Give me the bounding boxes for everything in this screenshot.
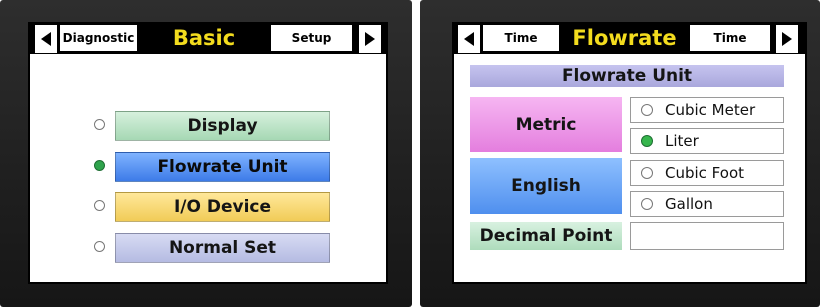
nav-time-left-button[interactable]: Time xyxy=(483,25,559,51)
triangle-left-icon xyxy=(464,32,474,46)
english-label: English xyxy=(511,176,581,196)
nav-setup-button[interactable]: Setup xyxy=(271,25,352,51)
menu-io-device-button[interactable]: I/O Device xyxy=(115,192,330,222)
page-title: Basic xyxy=(172,26,236,50)
option-liter[interactable]: Liter xyxy=(630,128,784,154)
decimal-point-value-field[interactable] xyxy=(630,222,784,250)
nav-time-right-label: Time xyxy=(713,31,747,45)
menu-flowrate-unit-label: Flowrate Unit xyxy=(157,157,288,177)
metric-button[interactable]: Metric xyxy=(470,97,622,152)
radio-flowrate-unit[interactable] xyxy=(94,160,105,171)
basic-content: Display Flowrate Unit I/O Device Normal … xyxy=(30,54,386,282)
decimal-point-label: Decimal Point xyxy=(479,226,613,246)
flowrate-screen: Time Flowrate Time Flowrate Unit Metric … xyxy=(452,22,807,284)
basic-top-bar: Diagnostic Basic Setup xyxy=(28,22,388,54)
option-cubic-foot[interactable]: Cubic Foot xyxy=(630,160,784,186)
nav-diagnostic-button[interactable]: Diagnostic xyxy=(60,25,137,51)
radio-cubic-meter xyxy=(641,104,653,116)
metric-label: Metric xyxy=(515,114,577,135)
decimal-point-button[interactable]: Decimal Point xyxy=(470,222,622,250)
option-gallon[interactable]: Gallon xyxy=(630,191,784,217)
radio-liter xyxy=(641,135,653,147)
menu-normal-set-button[interactable]: Normal Set xyxy=(115,233,330,263)
option-liter-label: Liter xyxy=(665,132,699,150)
flowrate-prev-arrow-button[interactable] xyxy=(457,24,481,54)
radio-normal-set[interactable] xyxy=(94,241,105,252)
menu-flowrate-unit-button[interactable]: Flowrate Unit xyxy=(115,152,330,182)
triangle-right-icon xyxy=(782,32,792,46)
menu-display-button[interactable]: Display xyxy=(115,111,330,141)
basic-next-arrow-button[interactable] xyxy=(358,24,382,54)
english-button[interactable]: English xyxy=(470,158,622,214)
option-cubic-meter-label: Cubic Meter xyxy=(665,101,756,119)
basic-prev-arrow-button[interactable] xyxy=(34,24,58,54)
menu-io-device-label: I/O Device xyxy=(173,197,272,217)
radio-gallon xyxy=(641,198,653,210)
flowrate-next-arrow-button[interactable] xyxy=(775,24,799,54)
section-header: Flowrate Unit xyxy=(470,65,784,87)
flowrate-content: Flowrate Unit Metric English Decimal Poi… xyxy=(454,54,805,282)
nav-diagnostic-label: Diagnostic xyxy=(62,31,135,45)
menu-display-label: Display xyxy=(187,116,258,136)
nav-setup-label: Setup xyxy=(291,31,332,45)
triangle-left-icon xyxy=(41,32,51,46)
page-title: Flowrate xyxy=(572,26,677,50)
basic-screen: Diagnostic Basic Setup Display Flowrate … xyxy=(28,22,388,284)
nav-time-left-label: Time xyxy=(504,31,538,45)
flowrate-top-bar: Time Flowrate Time xyxy=(452,22,807,54)
radio-display[interactable] xyxy=(94,119,105,130)
option-cubic-foot-label: Cubic Foot xyxy=(665,164,745,182)
nav-time-right-button[interactable]: Time xyxy=(690,25,770,51)
radio-io-device[interactable] xyxy=(94,200,105,211)
triangle-right-icon xyxy=(365,32,375,46)
option-gallon-label: Gallon xyxy=(665,195,713,213)
menu-normal-set-label: Normal Set xyxy=(168,238,277,258)
option-cubic-meter[interactable]: Cubic Meter xyxy=(630,97,784,123)
radio-cubic-foot xyxy=(641,167,653,179)
